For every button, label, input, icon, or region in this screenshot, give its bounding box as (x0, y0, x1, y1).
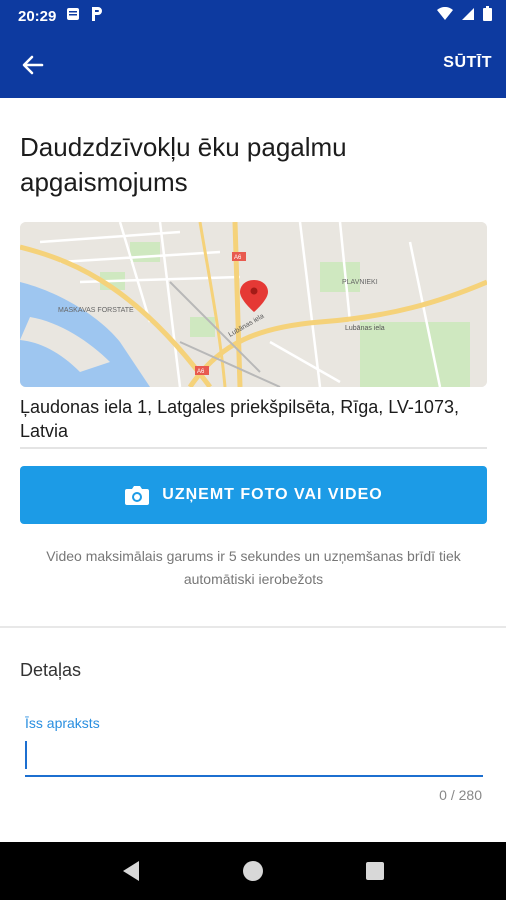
camera-icon (125, 486, 150, 505)
address-text: Ļaudonas iela 1, Latgales priekšpilsēta,… (20, 395, 487, 449)
road-shield: A6 (234, 255, 242, 261)
wifi-icon (437, 6, 453, 26)
video-length-hint: Video maksimālais garums ir 5 sekundes u… (46, 548, 461, 587)
arrow-back-icon (22, 55, 44, 75)
short-description-field[interactable] (25, 735, 483, 777)
back-button[interactable] (20, 52, 50, 78)
nav-recents-button[interactable] (360, 856, 390, 886)
nav-recents-icon (366, 862, 384, 880)
map-label: PLAVNIEKI (342, 279, 378, 286)
signal-icon (461, 7, 475, 26)
app-bar: SŪTĪT (0, 32, 506, 98)
nav-back-button[interactable] (116, 856, 146, 886)
text-cursor (25, 741, 27, 769)
parking-app-icon (90, 6, 104, 27)
submit-button[interactable]: SŪTĪT (443, 54, 492, 72)
take-photo-video-label: UZŅEMT FOTO VAI VIDEO (162, 486, 383, 503)
nav-home-button[interactable] (238, 856, 268, 886)
status-time: 20:29 (18, 7, 57, 25)
location-map[interactable]: MASKAVAS FORSTATE PLAVNIEKI Lubānas iela… (20, 222, 487, 387)
status-bar: 20:29 (0, 0, 506, 32)
battery-icon (483, 6, 492, 26)
system-nav-bar (0, 842, 506, 900)
map-image: MASKAVAS FORSTATE PLAVNIEKI Lubānas iela… (20, 222, 487, 387)
notification-icon (66, 7, 80, 26)
short-description-input[interactable] (29, 739, 483, 771)
nav-back-icon (123, 861, 139, 881)
map-label: Lubānas iela (345, 325, 385, 332)
short-description-label: Īss apraksts (25, 715, 100, 731)
character-counter: 0 / 280 (439, 787, 482, 803)
take-photo-video-button[interactable]: UZŅEMT FOTO VAI VIDEO (20, 466, 487, 524)
map-label: MASKAVAS FORSTATE (58, 307, 134, 314)
details-section-title: Detaļas (20, 660, 82, 680)
nav-home-icon (243, 861, 263, 881)
section-divider (0, 626, 506, 628)
road-shield: A6 (197, 369, 205, 375)
page-title: Daudzdzīvokļu ēku pagalmu apgaismojums (20, 132, 347, 197)
